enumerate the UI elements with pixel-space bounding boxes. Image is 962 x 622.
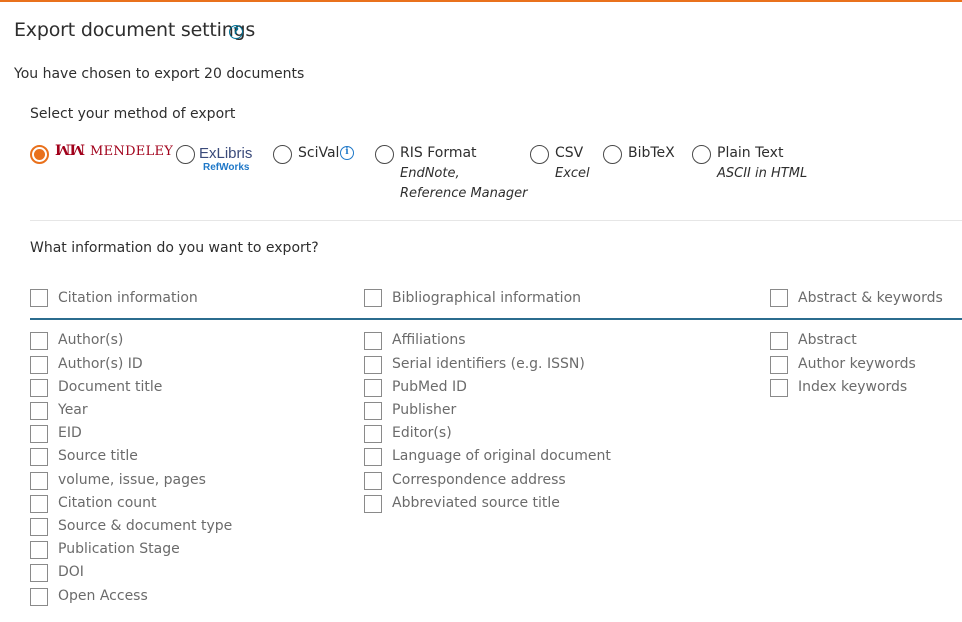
field-label[interactable]: Open Access (58, 588, 148, 604)
export-info-label: What information do you want to export? (30, 240, 319, 256)
export-method-label: Select your method of export (30, 106, 236, 122)
field-label[interactable]: Year (58, 402, 88, 418)
ris-label[interactable]: RIS Format (400, 145, 477, 161)
refworks-logo-text: RefWorks (203, 162, 250, 173)
checkbox-author-keywords[interactable] (770, 356, 788, 374)
ris-sub-endnote: EndNote, (400, 166, 460, 181)
checkbox-bibliographical-information[interactable] (364, 289, 382, 307)
checkbox-pubmed-id[interactable] (364, 379, 382, 397)
info-circle-icon[interactable]: i (340, 146, 354, 160)
question-circle-icon[interactable]: ? (229, 25, 243, 39)
checkbox-author-id[interactable] (30, 356, 48, 374)
csv-sub-excel: Excel (555, 166, 590, 181)
checkbox-publisher[interactable] (364, 402, 382, 420)
radio-refworks[interactable] (176, 145, 195, 164)
bibtex-label[interactable]: BibTeX (628, 145, 675, 161)
checkbox-correspondence-address[interactable] (364, 472, 382, 490)
mendeley-logo[interactable]: ꟽꟽ MENDELEY (55, 143, 173, 159)
plaintext-label[interactable]: Plain Text (717, 145, 783, 161)
checkbox-index-keywords[interactable] (770, 379, 788, 397)
field-label[interactable]: Publisher (392, 402, 456, 418)
scival-label[interactable]: SciVal (298, 145, 339, 161)
checkbox-publication-stage[interactable] (30, 541, 48, 559)
checkbox-affiliations[interactable] (364, 332, 382, 350)
field-label[interactable]: Correspondence address (392, 472, 566, 488)
mendeley-logo-text: MENDELEY (90, 144, 174, 159)
group-title-bibliographical[interactable]: Bibliographical information (392, 290, 581, 306)
field-label[interactable]: Abbreviated source title (392, 495, 560, 511)
csv-label[interactable]: CSV (555, 145, 583, 161)
group-header-rule (30, 318, 962, 320)
section-divider (30, 220, 962, 221)
mendeley-mark-icon: ꟽꟽ (55, 143, 85, 159)
field-label[interactable]: Abstract (798, 332, 857, 348)
field-label[interactable]: Citation count (58, 495, 157, 511)
field-label[interactable]: Serial identifiers (e.g. ISSN) (392, 356, 585, 372)
field-label[interactable]: Author(s) ID (58, 356, 143, 372)
checkbox-source-title[interactable] (30, 448, 48, 466)
checkbox-abbreviated-source-title[interactable] (364, 495, 382, 513)
checkbox-language[interactable] (364, 448, 382, 466)
field-label[interactable]: Affiliations (392, 332, 466, 348)
checkbox-source-document-type[interactable] (30, 518, 48, 536)
checkbox-document-title[interactable] (30, 379, 48, 397)
radio-bibtex[interactable] (603, 145, 622, 164)
radio-ris[interactable] (375, 145, 394, 164)
field-label[interactable]: Document title (58, 379, 162, 395)
checkbox-serial-identifiers[interactable] (364, 356, 382, 374)
field-label[interactable]: Source & document type (58, 518, 232, 534)
field-label[interactable]: Index keywords (798, 379, 907, 395)
field-label[interactable]: DOI (58, 564, 84, 580)
radio-mendeley[interactable] (30, 145, 49, 164)
checkbox-abstract-keywords[interactable] (770, 289, 788, 307)
top-accent-bar (0, 0, 962, 2)
checkbox-doi[interactable] (30, 564, 48, 582)
exlibris-logo[interactable]: ExLibris (199, 145, 252, 162)
radio-scival[interactable] (273, 145, 292, 164)
field-label[interactable]: Editor(s) (392, 425, 452, 441)
field-label[interactable]: Language of original document (392, 448, 611, 464)
field-label[interactable]: Author keywords (798, 356, 916, 372)
checkbox-eid[interactable] (30, 425, 48, 443)
field-label[interactable]: PubMed ID (392, 379, 467, 395)
checkbox-authors[interactable] (30, 332, 48, 350)
page-title: Export document settings (14, 19, 256, 41)
checkbox-open-access[interactable] (30, 588, 48, 606)
plaintext-sub-ascii: ASCII in HTML (717, 166, 808, 181)
field-label[interactable]: EID (58, 425, 82, 441)
field-label[interactable]: Author(s) (58, 332, 123, 348)
field-label[interactable]: Publication Stage (58, 541, 180, 557)
export-summary: You have chosen to export 20 documents (14, 66, 305, 82)
checkbox-citation-information[interactable] (30, 289, 48, 307)
field-label[interactable]: Source title (58, 448, 138, 464)
checkbox-volume-issue-pages[interactable] (30, 472, 48, 490)
checkbox-editors[interactable] (364, 425, 382, 443)
radio-csv[interactable] (530, 145, 549, 164)
field-label[interactable]: volume, issue, pages (58, 472, 206, 488)
group-title-citation[interactable]: Citation information (58, 290, 198, 306)
checkbox-year[interactable] (30, 402, 48, 420)
radio-plaintext[interactable] (692, 145, 711, 164)
group-title-abstract[interactable]: Abstract & keywords (798, 290, 943, 306)
checkbox-abstract[interactable] (770, 332, 788, 350)
checkbox-citation-count[interactable] (30, 495, 48, 513)
ris-sub-refmanager: Reference Manager (400, 186, 528, 201)
